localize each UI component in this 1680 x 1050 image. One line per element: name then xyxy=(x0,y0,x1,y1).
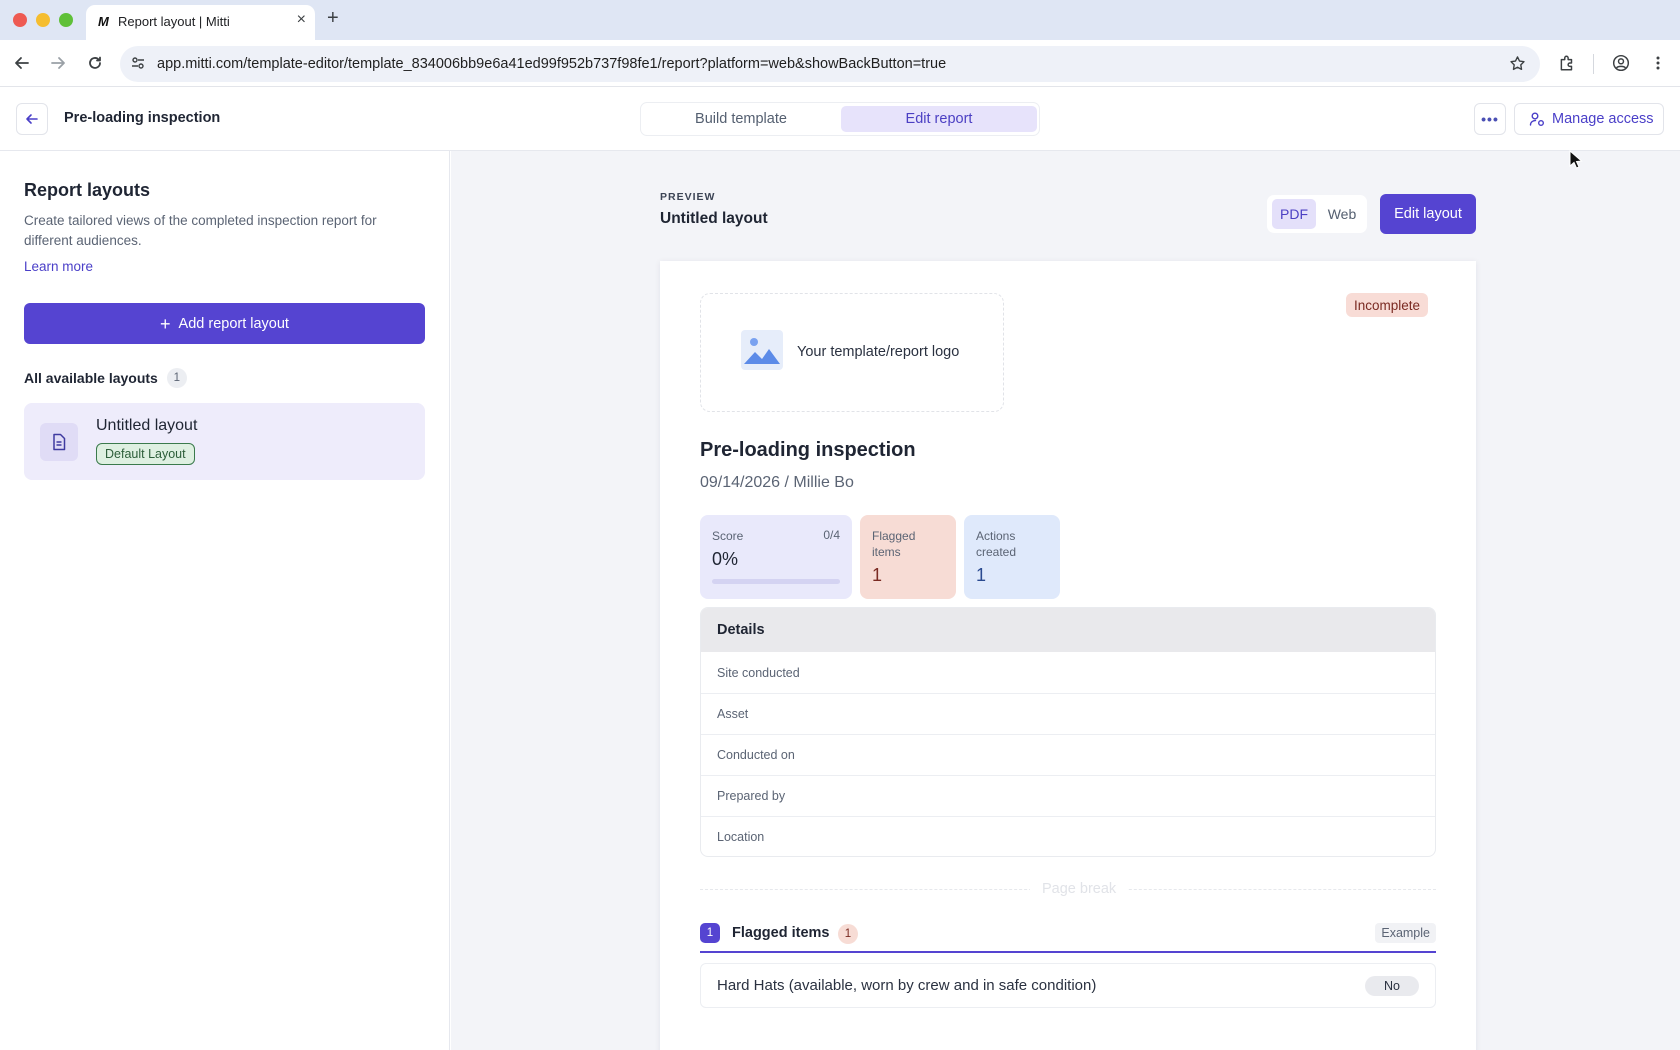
flagged-count-badge: 1 xyxy=(838,924,858,944)
reload-icon[interactable] xyxy=(83,51,107,75)
back-button[interactable] xyxy=(16,103,48,135)
flagged-items-section-header: 1 Flagged items 1 Example xyxy=(700,919,1436,953)
manage-access-label: Manage access xyxy=(1552,111,1654,127)
flagged-item-row: Hard Hats (available, worn by crew and i… xyxy=(700,963,1436,1008)
report-preview-page: Your template/report logo Incomplete Pre… xyxy=(660,261,1476,1050)
detail-row: Conducted on xyxy=(701,734,1435,775)
new-tab-icon[interactable]: + xyxy=(327,7,339,30)
toolbar-divider xyxy=(1593,54,1594,74)
more-options-button[interactable]: ••• xyxy=(1474,103,1506,135)
window-close-button[interactable] xyxy=(13,13,27,27)
format-web-button[interactable]: Web xyxy=(1321,199,1363,229)
manage-access-button[interactable]: Manage access xyxy=(1514,103,1664,135)
report-logo-placeholder: Your template/report logo xyxy=(700,293,1004,412)
preview-area: PREVIEW Untitled layout PDF Web Edit lay… xyxy=(451,151,1680,1050)
detail-row: Prepared by xyxy=(701,775,1435,816)
page-break: Page break xyxy=(700,879,1436,899)
question-text: Hard Hats (available, worn by crew and i… xyxy=(717,977,1097,994)
detail-row: Location xyxy=(701,816,1435,856)
example-tag: Example xyxy=(1375,923,1436,943)
flagged-items-card: Flagged items 1 xyxy=(860,515,956,599)
format-switch: PDF Web xyxy=(1267,195,1367,233)
all-layouts-heading: All available layouts 1 xyxy=(24,368,187,388)
detail-row: Site conducted xyxy=(717,665,800,680)
report-title: Pre-loading inspection xyxy=(700,439,916,461)
back-arrow-icon xyxy=(26,114,38,124)
add-report-layout-button[interactable]: + Add report layout xyxy=(24,303,425,344)
user-settings-icon xyxy=(1529,112,1544,126)
score-label: Score xyxy=(712,529,744,543)
window-minimize-button[interactable] xyxy=(36,13,50,27)
mode-switch: Build template Edit report xyxy=(640,102,1040,136)
document-icon xyxy=(40,423,78,461)
score-value: 0% xyxy=(712,549,739,569)
details-heading: Details xyxy=(701,608,1435,652)
learn-more-link[interactable]: Learn more xyxy=(24,259,93,274)
status-badge: Incomplete xyxy=(1346,293,1429,317)
section-number: 1 xyxy=(700,923,720,943)
score-fraction: 0/4 xyxy=(823,528,840,542)
extensions-icon[interactable] xyxy=(1555,51,1579,75)
flagged-items-label: Flagged items xyxy=(872,529,916,559)
report-meta: 09/14/2026 / Millie Bo xyxy=(700,474,854,491)
all-layouts-label: All available layouts xyxy=(24,370,158,386)
bookmark-star-icon[interactable] xyxy=(1509,55,1526,77)
forward-arrow-icon[interactable] xyxy=(46,51,70,75)
sidebar-description: Create tailored views of the completed i… xyxy=(24,213,377,248)
template-title: Pre-loading inspection xyxy=(64,110,221,126)
score-card: Score 0/4 0% xyxy=(700,515,852,599)
actions-created-label: Actions created xyxy=(976,529,1017,559)
tab-edit-report[interactable]: Edit report xyxy=(841,106,1037,132)
page-break-label: Page break xyxy=(1030,881,1129,897)
window-maximize-button[interactable] xyxy=(59,13,73,27)
details-section: Details Site conducted Asset Conducted o… xyxy=(700,607,1436,857)
preview-label: PREVIEW xyxy=(660,191,716,203)
tab-title: Report layout | Mitti xyxy=(118,14,230,29)
actions-created-value: 1 xyxy=(976,565,987,585)
default-layout-badge: Default Layout xyxy=(96,443,195,465)
score-progress-bar xyxy=(712,579,840,584)
back-arrow-icon[interactable] xyxy=(10,51,34,75)
report-layouts-sidebar: Report layouts Create tailored views of … xyxy=(0,151,450,1050)
edit-layout-button[interactable]: Edit layout xyxy=(1380,194,1476,234)
address-bar[interactable]: app.mitti.com/template-editor/template_8… xyxy=(120,46,1540,82)
layouts-count-badge: 1 xyxy=(166,368,187,388)
logo-placeholder-text: Your template/report logo xyxy=(797,344,960,360)
add-report-layout-label: Add report layout xyxy=(178,315,289,332)
section-title: Flagged items xyxy=(732,925,830,941)
flagged-items-value: 1 xyxy=(872,565,883,585)
browser-menu-icon[interactable] xyxy=(1646,51,1670,75)
browser-toolbar: app.mitti.com/template-editor/template_8… xyxy=(0,40,1680,87)
browser-tab-bar: M Report layout | Mitti × + xyxy=(0,0,1680,40)
layout-card-untitled[interactable]: Untitled layout Default Layout xyxy=(24,403,425,480)
tab-favicon: M xyxy=(98,14,109,29)
ellipsis-icon: ••• xyxy=(1481,111,1499,127)
browser-tab[interactable]: M Report layout | Mitti × xyxy=(86,5,315,40)
app-header: Pre-loading inspection Build template Ed… xyxy=(0,87,1680,151)
format-pdf-button[interactable]: PDF xyxy=(1272,199,1316,229)
profile-icon[interactable] xyxy=(1609,51,1633,75)
tab-close-icon[interactable]: × xyxy=(297,11,306,29)
preview-layout-title: Untitled layout xyxy=(660,210,768,227)
site-info-icon[interactable] xyxy=(130,55,146,76)
layout-name: Untitled layout xyxy=(96,417,198,434)
mouse-cursor-icon xyxy=(1569,150,1583,169)
plus-icon: + xyxy=(160,313,171,334)
tab-build-template[interactable]: Build template xyxy=(644,106,838,132)
answer-badge: No xyxy=(1365,976,1419,996)
sidebar-title: Report layouts xyxy=(24,180,151,200)
url-text: app.mitti.com/template-editor/template_8… xyxy=(157,56,947,72)
actions-created-card: Actions created 1 xyxy=(964,515,1060,599)
image-icon xyxy=(741,330,783,370)
detail-row: Asset xyxy=(701,693,1435,734)
